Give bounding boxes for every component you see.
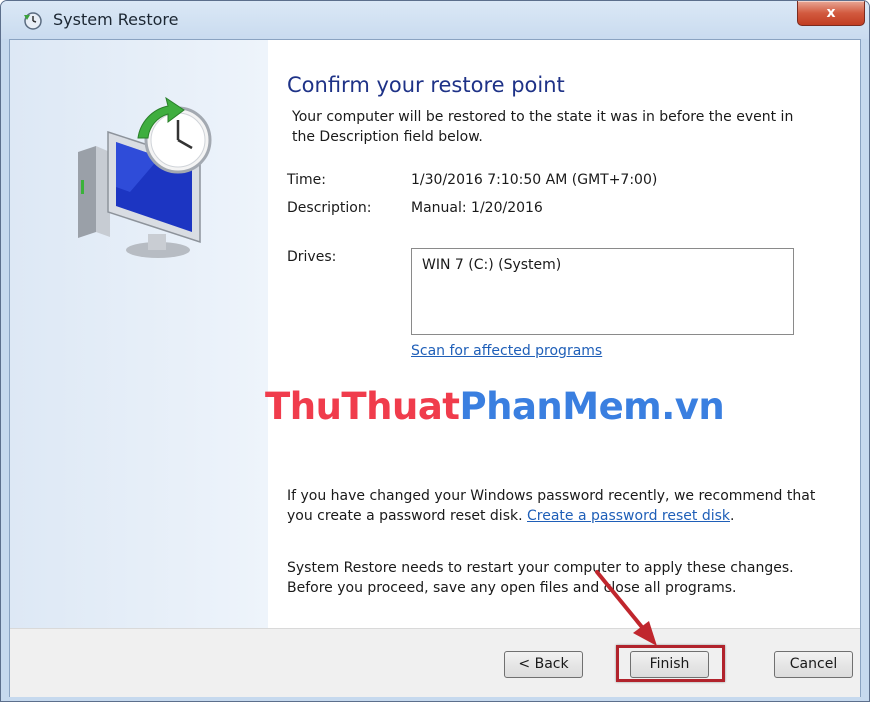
scan-affected-programs-link[interactable]: Scan for affected programs: [411, 343, 602, 359]
password-notice: If you have changed your Windows passwor…: [287, 486, 827, 526]
watermark-part-1: ThuThuat: [265, 385, 460, 428]
back-button[interactable]: < Back: [504, 651, 583, 678]
drives-label: Drives:: [287, 249, 337, 265]
window-title: System Restore: [53, 10, 179, 29]
description-label: Description:: [287, 200, 372, 216]
description-value: Manual: 1/20/2016: [411, 200, 543, 216]
content-pane: Confirm your restore point Your computer…: [268, 40, 860, 628]
close-icon: x: [826, 5, 836, 21]
time-value: 1/30/2016 7:10:50 AM (GMT+7:00): [411, 172, 658, 188]
system-restore-icon: [24, 12, 42, 30]
close-button[interactable]: x: [797, 1, 865, 26]
page-title: Confirm your restore point: [287, 73, 565, 97]
create-password-reset-disk-link[interactable]: Create a password reset disk: [527, 508, 730, 524]
finish-button[interactable]: Finish: [630, 651, 709, 678]
restart-notice: System Restore needs to restart your com…: [287, 560, 794, 596]
list-item[interactable]: WIN 7 (C:) (System): [422, 257, 561, 273]
button-bar: < Back Finish Cancel: [10, 628, 860, 697]
left-pane: [10, 40, 269, 628]
intro-text: Your computer will be restored to the st…: [292, 109, 794, 145]
system-restore-window: System Restore x Confirm your restore po…: [0, 0, 870, 702]
computer-clock-icon: [78, 96, 212, 258]
dialog-client-area: Confirm your restore point Your computer…: [9, 39, 861, 697]
cancel-button[interactable]: Cancel: [774, 651, 853, 678]
time-label: Time:: [287, 172, 326, 188]
watermark: ThuThuatPhanMem.vn: [265, 385, 725, 428]
watermark-part-2: PhanMem.vn: [459, 385, 725, 428]
title-bar[interactable]: System Restore x: [1, 1, 869, 39]
password-notice-period: .: [730, 508, 735, 524]
drives-list[interactable]: WIN 7 (C:) (System): [411, 248, 794, 335]
